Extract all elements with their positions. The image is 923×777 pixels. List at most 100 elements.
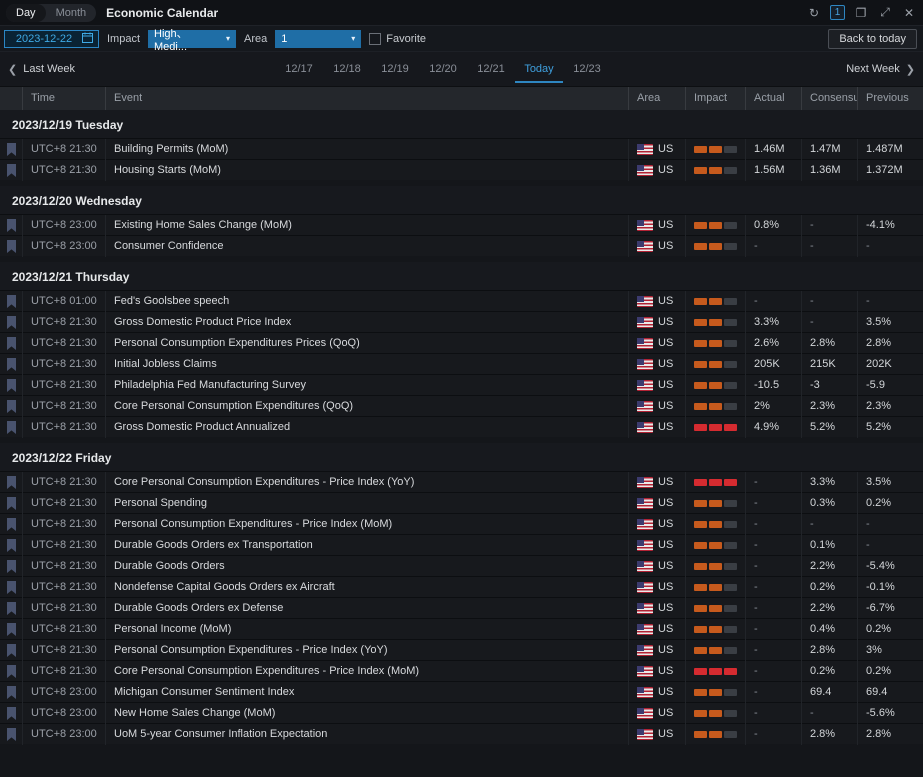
bookmark-icon[interactable] [6, 644, 17, 657]
impact-segment [724, 340, 737, 347]
event-row[interactable]: UTC+8 21:30Philadelphia Fed Manufacturin… [0, 374, 923, 395]
impact-segment [709, 298, 722, 305]
bookmark-icon[interactable] [6, 581, 17, 594]
actual-value: 1.46M [745, 139, 801, 160]
event-row[interactable]: UTC+8 01:00Fed's Goolsbee speechUS--- [0, 290, 923, 311]
week-days: 12/1712/1812/1912/2012/21Today12/23 [275, 55, 611, 83]
week-day[interactable]: 12/21 [467, 55, 515, 83]
close-icon[interactable]: ✕ [901, 5, 917, 21]
area-label: US [658, 703, 673, 724]
date-picker[interactable]: 2023-12-22 [4, 30, 99, 48]
week-day[interactable]: 12/17 [275, 55, 323, 83]
bookmark-icon[interactable] [6, 240, 17, 253]
bookmark-icon[interactable] [6, 539, 17, 552]
event-name: Durable Goods Orders ex Defense [105, 598, 628, 619]
event-row[interactable]: UTC+8 21:30Personal Income (MoM)US-0.4%0… [0, 618, 923, 639]
bookmark-cell [0, 160, 22, 181]
bookmark-icon[interactable] [6, 421, 17, 434]
bookmark-cell [0, 619, 22, 640]
week-day[interactable]: 12/20 [419, 55, 467, 83]
impact-segment [724, 167, 737, 174]
bookmark-icon[interactable] [6, 143, 17, 156]
event-row[interactable]: UTC+8 21:30Personal Consumption Expendit… [0, 513, 923, 534]
bookmark-icon[interactable] [6, 518, 17, 531]
bookmark-icon[interactable] [6, 665, 17, 678]
bookmark-icon[interactable] [6, 497, 17, 510]
area-label: US [658, 354, 673, 375]
bookmark-icon[interactable] [6, 164, 17, 177]
event-row[interactable]: UTC+8 21:30Gross Domestic Product Annual… [0, 416, 923, 437]
impact-segment [709, 340, 722, 347]
tab-month[interactable]: Month [46, 4, 97, 22]
area-select[interactable]: 1 ▾ [275, 30, 361, 48]
previous-value: - [857, 535, 923, 556]
impact-segment [694, 298, 707, 305]
area-filter-label: Area [244, 33, 267, 45]
impact-segment [724, 361, 737, 368]
tab-day[interactable]: Day [6, 4, 46, 22]
impact-segment [724, 710, 737, 717]
event-row[interactable]: UTC+8 23:00UoM 5-year Consumer Inflation… [0, 723, 923, 744]
event-row[interactable]: UTC+8 21:30Nondefense Capital Goods Orde… [0, 576, 923, 597]
week-day-today[interactable]: Today [515, 55, 563, 83]
event-row[interactable]: UTC+8 21:30Personal Consumption Expendit… [0, 639, 923, 660]
event-row[interactable]: UTC+8 21:30Durable Goods Orders ex Trans… [0, 534, 923, 555]
refresh-icon[interactable]: ↻ [806, 5, 822, 21]
impact-segment [709, 605, 722, 612]
bookmark-icon[interactable] [6, 358, 17, 371]
bookmark-icon[interactable] [6, 379, 17, 392]
bookmark-cell [0, 514, 22, 535]
event-row[interactable]: UTC+8 21:30Core Personal Consumption Exp… [0, 471, 923, 492]
event-area: US [628, 556, 685, 577]
impact-indicator-medium [685, 236, 745, 257]
next-week-button[interactable]: Next Week ❯ [846, 63, 915, 76]
impact-segment [694, 731, 707, 738]
previous-value: - [857, 291, 923, 312]
event-row[interactable]: UTC+8 21:30Initial Jobless ClaimsUS205K2… [0, 353, 923, 374]
event-area: US [628, 312, 685, 333]
event-row[interactable]: UTC+8 21:30Gross Domestic Product Price … [0, 311, 923, 332]
week-day[interactable]: 12/23 [563, 55, 611, 83]
bookmark-icon[interactable] [6, 560, 17, 573]
actual-value: - [745, 640, 801, 661]
event-time: UTC+8 21:30 [22, 598, 105, 619]
impact-indicator-medium [685, 514, 745, 535]
col-header-actual: Actual [745, 87, 801, 110]
event-row[interactable]: UTC+8 21:30Durable Goods OrdersUS-2.2%-5… [0, 555, 923, 576]
event-row[interactable]: UTC+8 21:30Building Permits (MoM)US1.46M… [0, 138, 923, 159]
bookmark-icon[interactable] [6, 602, 17, 615]
bookmark-icon[interactable] [6, 219, 17, 232]
bookmark-icon[interactable] [6, 623, 17, 636]
event-row[interactable]: UTC+8 21:30Core Personal Consumption Exp… [0, 395, 923, 416]
event-row[interactable]: UTC+8 21:30Core Personal Consumption Exp… [0, 660, 923, 681]
bookmark-icon[interactable] [6, 400, 17, 413]
bookmark-icon[interactable] [6, 686, 17, 699]
event-row[interactable]: UTC+8 23:00Existing Home Sales Change (M… [0, 214, 923, 235]
bookmark-icon[interactable] [6, 337, 17, 350]
bookmark-icon[interactable] [6, 476, 17, 489]
week-day[interactable]: 12/18 [323, 55, 371, 83]
event-row[interactable]: UTC+8 21:30Personal SpendingUS-0.3%0.2% [0, 492, 923, 513]
event-row[interactable]: UTC+8 23:00New Home Sales Change (MoM)US… [0, 702, 923, 723]
favorite-checkbox[interactable] [369, 33, 381, 45]
event-row[interactable]: UTC+8 23:00Consumer ConfidenceUS--- [0, 235, 923, 256]
impact-indicator-high [685, 417, 745, 438]
week-day[interactable]: 12/19 [371, 55, 419, 83]
bookmark-icon[interactable] [6, 728, 17, 741]
event-row[interactable]: UTC+8 21:30Durable Goods Orders ex Defen… [0, 597, 923, 618]
impact-segment [694, 647, 707, 654]
back-to-today-button[interactable]: Back to today [828, 29, 917, 49]
area-label: US [658, 577, 673, 598]
restore-window-icon[interactable]: ❐ [853, 5, 869, 21]
bookmark-icon[interactable] [6, 316, 17, 329]
bookmark-icon[interactable] [6, 295, 17, 308]
event-row[interactable]: UTC+8 21:30Housing Starts (MoM)US1.56M1.… [0, 159, 923, 180]
event-row[interactable]: UTC+8 21:30Personal Consumption Expendit… [0, 332, 923, 353]
expand-icon[interactable]: ⤢ [877, 5, 893, 21]
window-count-badge[interactable]: 1 [830, 5, 845, 20]
event-row[interactable]: UTC+8 23:00Michigan Consumer Sentiment I… [0, 681, 923, 702]
impact-select[interactable]: High、Medi... ▾ [148, 30, 236, 48]
event-name: Philadelphia Fed Manufacturing Survey [105, 375, 628, 396]
last-week-button[interactable]: ❮ Last Week [8, 63, 75, 76]
bookmark-icon[interactable] [6, 707, 17, 720]
